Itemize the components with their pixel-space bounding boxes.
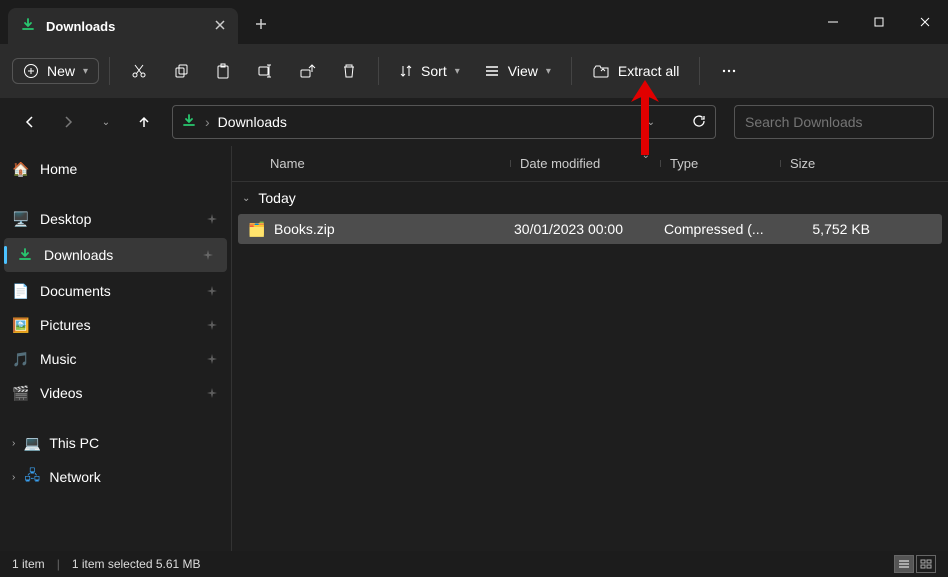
back-button[interactable] [14,106,46,138]
file-type: Compressed (... [660,221,780,237]
scissors-icon [130,62,148,80]
clipboard-icon [214,62,232,80]
chevron-down-icon: ▾ [546,66,551,77]
column-header-date[interactable]: Date modified ⌄ [510,156,660,171]
search-box[interactable] [734,105,934,139]
sidebar-item-pictures[interactable]: 🖼️ Pictures [0,308,231,342]
group-label: Today [258,190,295,206]
extract-all-button[interactable]: Extract all [582,57,689,85]
search-input[interactable] [745,114,926,130]
breadcrumb-separator: › [205,114,210,130]
close-tab-button[interactable] [214,18,226,34]
share-icon [298,62,316,80]
music-icon: 🎵 [12,350,30,368]
sidebar-item-label: Downloads [44,247,113,263]
sidebar-item-videos[interactable]: 🎬 Videos [0,376,231,410]
sidebar-item-label: Network [49,469,100,485]
column-header-type[interactable]: Type [660,156,780,171]
breadcrumb-current[interactable]: Downloads [218,114,639,130]
network-icon: 🖧 [23,468,41,486]
share-button[interactable] [288,53,326,89]
sidebar-this-pc[interactable]: › 💻 This PC [0,426,231,460]
rename-icon [256,62,274,80]
chevron-right-icon: › [12,438,15,449]
chevron-down-icon: ▾ [83,66,88,77]
close-window-button[interactable] [902,0,948,44]
sidebar-item-downloads[interactable]: Downloads [4,238,227,272]
tab-title: Downloads [46,19,115,34]
grid-view-button[interactable] [916,555,936,573]
column-header-size[interactable]: Size [780,156,880,171]
ellipsis-icon [720,62,738,80]
sort-icon [399,64,413,78]
chevron-down-icon: ⌄ [242,193,250,204]
copy-icon [172,62,190,80]
status-selection: 1 item selected 5.61 MB [72,557,201,571]
file-list: Name Date modified ⌄ Type Size ⌄ Today 🗂… [232,146,948,551]
sidebar-item-desktop[interactable]: 🖥️ Desktop [0,202,231,236]
statusbar: 1 item | 1 item selected 5.61 MB [0,551,948,577]
sidebar-item-music[interactable]: 🎵 Music [0,342,231,376]
file-date: 30/01/2023 00:00 [510,221,660,237]
view-button[interactable]: View ▾ [474,57,561,85]
maximize-button[interactable] [856,0,902,44]
new-button-label: New [47,63,75,79]
more-button[interactable] [710,53,748,89]
sidebar-item-label: Desktop [40,211,91,227]
sidebar: 🏠 Home 🖥️ Desktop Downloads 📄 Documents … [0,146,232,551]
sidebar-item-label: Music [40,351,77,367]
refresh-button[interactable] [691,113,707,132]
chevron-down-icon: ▾ [455,66,460,77]
new-button[interactable]: New ▾ [12,58,99,84]
tab[interactable]: Downloads [8,8,238,44]
sidebar-item-label: Documents [40,283,111,299]
document-icon: 📄 [12,282,30,300]
extract-icon [592,63,610,79]
zip-file-icon: 🗂️ [248,220,266,238]
sidebar-item-label: Videos [40,385,83,401]
videos-icon: 🎬 [12,384,30,402]
sidebar-item-documents[interactable]: 📄 Documents [0,274,231,308]
rename-button[interactable] [246,53,284,89]
pc-icon: 💻 [23,434,41,452]
sidebar-network[interactable]: › 🖧 Network [0,460,231,494]
status-item-count: 1 item [12,557,45,571]
minimize-button[interactable] [810,0,856,44]
download-icon [20,17,36,36]
file-name: Books.zip [274,221,335,237]
paste-button[interactable] [204,53,242,89]
trash-icon [340,62,358,80]
sidebar-home[interactable]: 🏠 Home [0,152,231,186]
up-button[interactable] [128,106,160,138]
chevron-down-icon[interactable]: ⌄ [647,117,655,128]
home-icon: 🏠 [12,160,30,178]
view-label: View [508,63,538,79]
recent-button[interactable]: ⌄ [90,106,122,138]
new-tab-button[interactable] [248,11,274,40]
sidebar-item-label: This PC [49,435,99,451]
group-header[interactable]: ⌄ Today [232,182,948,214]
sidebar-item-label: Pictures [40,317,91,333]
desktop-icon: 🖥️ [12,210,30,228]
copy-button[interactable] [162,53,200,89]
chevron-right-icon: › [12,472,15,483]
sidebar-item-label: Home [40,161,77,177]
download-icon [181,113,197,132]
delete-button[interactable] [330,53,368,89]
download-icon [16,246,34,264]
file-size: 5,752 KB [780,221,880,237]
address-bar[interactable]: › Downloads ⌄ [172,105,716,139]
forward-button[interactable] [52,106,84,138]
sort-button[interactable]: Sort ▾ [389,57,470,85]
list-icon [484,64,500,78]
extract-label: Extract all [618,63,679,79]
cut-button[interactable] [120,53,158,89]
details-view-button[interactable] [894,555,914,573]
column-header-name[interactable]: Name [262,156,510,171]
chevron-down-icon: ⌄ [642,150,650,161]
sort-label: Sort [421,63,447,79]
pictures-icon: 🖼️ [12,316,30,334]
plus-circle-icon [23,63,39,79]
file-row[interactable]: 🗂️ Books.zip 30/01/2023 00:00 Compressed… [238,214,942,244]
